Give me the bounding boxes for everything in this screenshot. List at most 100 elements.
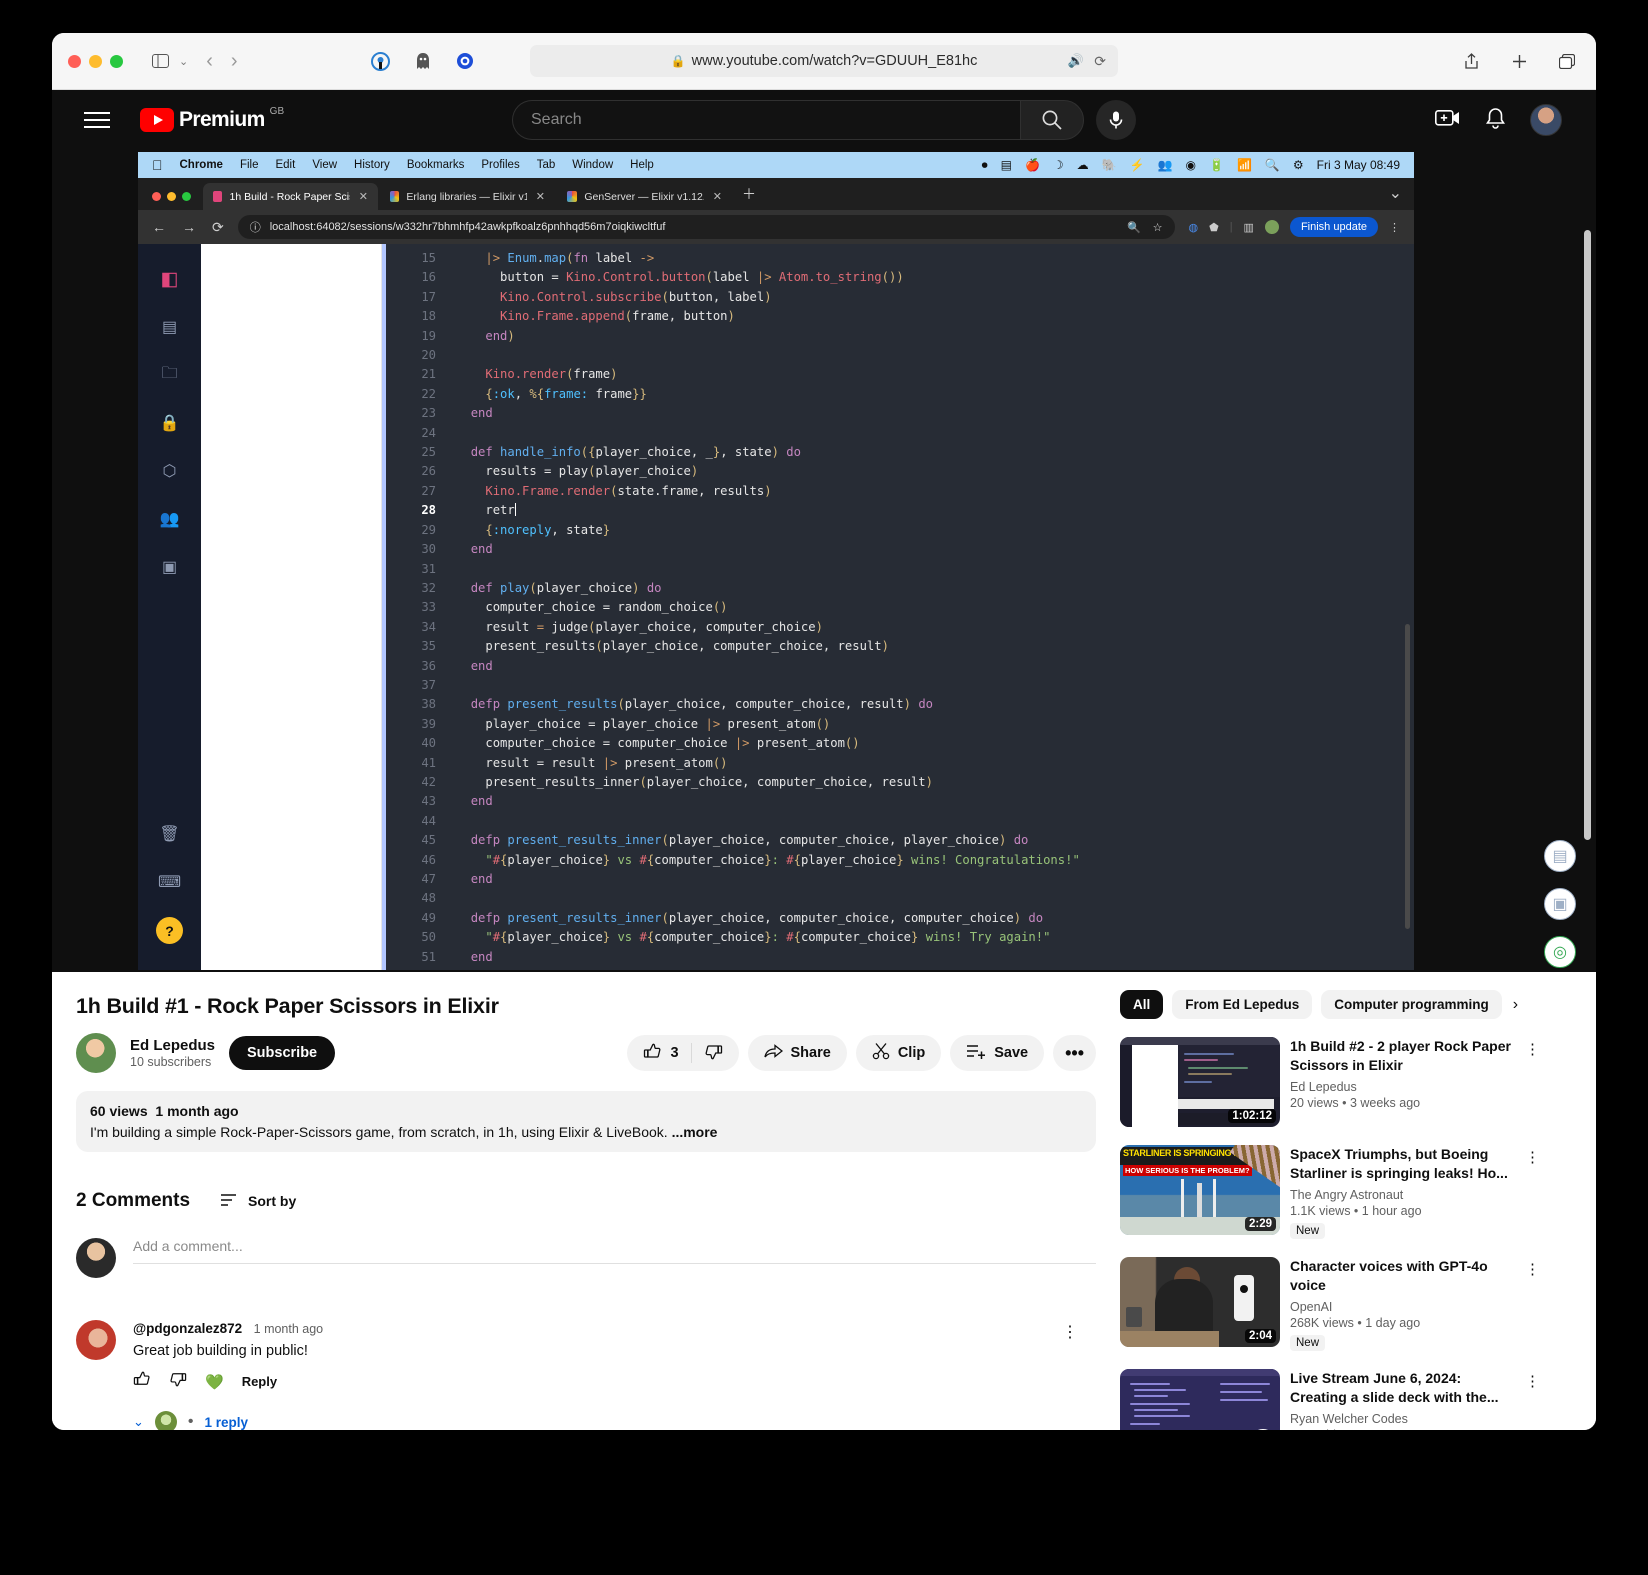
sidebar-chevron-icon[interactable]: ⌄ xyxy=(179,55,188,68)
chrome-toolbar-right[interactable]: ◍ ⬟ | ▥ Finish update ⋮ xyxy=(1189,217,1400,237)
clip-button[interactable]: Clip xyxy=(855,1035,942,1071)
finish-update-button[interactable]: Finish update xyxy=(1289,217,1378,237)
youtube-logo[interactable]: Premium GB xyxy=(140,106,284,132)
elephant-icon[interactable]: 🐘 xyxy=(1102,158,1117,172)
close-window-button[interactable] xyxy=(68,54,81,68)
privacy-badger-icon[interactable] xyxy=(368,48,394,74)
apple-logo-icon[interactable]:  xyxy=(152,157,163,173)
sidebar-help-icon[interactable]: ? xyxy=(156,917,183,944)
menu-item-help[interactable]: Help xyxy=(630,159,654,171)
reload-icon[interactable]: ⟳ xyxy=(1094,53,1106,70)
menu-item-file[interactable]: File xyxy=(240,159,259,171)
control-center-icon[interactable]: ⚙ xyxy=(1293,158,1304,172)
menu-item-tab[interactable]: Tab xyxy=(537,159,556,171)
sidebar-secrets-icon[interactable]: 🔒 xyxy=(157,410,183,436)
more-actions-button[interactable]: ••• xyxy=(1053,1035,1096,1071)
page-scrollbar[interactable] xyxy=(1584,230,1591,840)
chrome-window-controls[interactable] xyxy=(150,192,201,210)
wifi-icon[interactable]: 📶 xyxy=(1237,158,1252,172)
video-thumbnail[interactable]: 1:02:12 xyxy=(1120,1037,1280,1127)
tab-close-icon[interactable]: ✕ xyxy=(713,190,722,203)
side-panel-icon[interactable]: ▥ xyxy=(1244,221,1254,234)
bookmark-star-icon[interactable]: ☆ xyxy=(1153,221,1163,234)
window-manager-icon[interactable]: ▤ xyxy=(1001,158,1012,172)
new-tab-button[interactable]: ＋ xyxy=(742,184,756,210)
chrome-nav-buttons[interactable]: ← → ⟳ xyxy=(152,219,224,236)
video-player[interactable]:  Chrome File Edit View History Bookmark… xyxy=(52,150,1596,972)
forward-arrow-icon[interactable]: › xyxy=(231,50,238,73)
show-more-link[interactable]: ...more xyxy=(672,1124,718,1140)
chip-all[interactable]: All xyxy=(1120,990,1164,1019)
people-icon[interactable]: 👥 xyxy=(1158,158,1173,172)
menu-item-view[interactable]: View xyxy=(312,159,337,171)
battery-icon[interactable]: 🔋 xyxy=(1209,158,1224,172)
menu-bar-clock[interactable]: Fri 3 May 08:49 xyxy=(1317,158,1400,172)
moon-icon[interactable]: ☽ xyxy=(1053,158,1064,172)
search-box[interactable] xyxy=(512,100,1084,140)
code-content[interactable]: 15 |> Enum.map(fn label -> 16 button = K… xyxy=(386,244,1414,970)
chrome-close-button[interactable] xyxy=(152,192,161,201)
channel-avatar[interactable] xyxy=(76,1033,116,1073)
recommendation-title[interactable]: Character voices with GPT-4o voice xyxy=(1290,1257,1518,1295)
reply-button[interactable]: Reply xyxy=(242,1374,277,1389)
chrome-forward-icon[interactable]: → xyxy=(182,219,196,236)
toolbar-right-tools[interactable] xyxy=(1458,48,1580,74)
description-box[interactable]: 60 views 1 month ago I'm building a simp… xyxy=(76,1091,1096,1152)
cloud-icon[interactable]: ☁ xyxy=(1077,158,1089,172)
navigation-arrows[interactable]: ‹ › xyxy=(206,50,237,73)
subscribe-button[interactable]: Subscribe xyxy=(229,1036,336,1070)
tab-close-icon[interactable]: ✕ xyxy=(359,190,368,203)
miniplayer-icon[interactable]: ▤ xyxy=(1544,840,1576,872)
menu-item-history[interactable]: History xyxy=(354,159,390,171)
chrome-back-icon[interactable]: ← xyxy=(152,219,166,236)
recommendation-menu-kebab-icon[interactable]: ⋮ xyxy=(1525,1372,1540,1390)
sidebar-sections-icon[interactable]: ▤ xyxy=(157,314,183,340)
recommendation-menu-kebab-icon[interactable]: ⋮ xyxy=(1525,1148,1540,1166)
sidebar-runtime-icon[interactable]: ▣ xyxy=(157,554,183,580)
sidebar-keyboard-icon[interactable]: ⌨ xyxy=(157,869,183,895)
audio-playing-icon[interactable]: 🔊 xyxy=(1068,53,1084,69)
recommendation-menu-kebab-icon[interactable]: ⋮ xyxy=(1525,1260,1540,1278)
recommendation-item[interactable]: 1:02:12 1h Build #2 - 2 player Rock Pape… xyxy=(1120,1037,1540,1127)
recommendation-title[interactable]: Live Stream June 6, 2024: Creating a sli… xyxy=(1290,1369,1518,1407)
recommendation-menu-kebab-icon[interactable]: ⋮ xyxy=(1525,1040,1540,1058)
recommendation-channel[interactable]: Ed Lepedus xyxy=(1290,1080,1518,1094)
add-comment-input[interactable]: Add a comment... xyxy=(133,1238,1096,1264)
site-info-icon[interactable]: ⓘ xyxy=(250,219,261,235)
save-button[interactable]: Save xyxy=(950,1035,1045,1071)
chrome-menu-kebab-icon[interactable]: ⋮ xyxy=(1389,221,1400,234)
chip-computer-programming[interactable]: Computer programming xyxy=(1321,990,1502,1019)
menu-item-chrome[interactable]: Chrome xyxy=(180,159,223,171)
tab-strip-right[interactable]: ⌄ xyxy=(1389,183,1414,210)
recommendation-item[interactable]: STARLINER IS SPRINGING LEAKS HOW SERIOUS… xyxy=(1120,1145,1540,1239)
thumbs-down-icon[interactable] xyxy=(704,1042,723,1065)
ghostery-icon[interactable] xyxy=(410,48,436,74)
livebook-logo-icon[interactable]: ◧ xyxy=(157,266,183,292)
minimize-window-button[interactable] xyxy=(89,54,102,68)
app-icon-red[interactable]: 🍎 xyxy=(1025,158,1040,172)
voice-search-button[interactable] xyxy=(1096,100,1136,140)
heart-reaction-icon[interactable]: 💚 xyxy=(205,1373,224,1391)
theater-mode-icon[interactable]: ▣ xyxy=(1544,888,1576,920)
recommendation-channel[interactable]: Ryan Welcher Codes xyxy=(1290,1412,1518,1426)
sidebar-trash-icon[interactable]: 🗑 xyxy=(157,821,183,847)
recommendation-channel[interactable]: OpenAI xyxy=(1290,1300,1518,1314)
replies-count-label[interactable]: 1 reply xyxy=(205,1415,249,1430)
search-button[interactable] xyxy=(1020,100,1084,140)
menu-item-edit[interactable]: Edit xyxy=(275,159,295,171)
chrome-tab-genserver[interactable]: GenServer — Elixir v1.12.3 ✕ xyxy=(557,183,732,210)
hamburger-menu-icon[interactable] xyxy=(84,112,110,128)
sidebar-users-icon[interactable]: 👥 xyxy=(157,506,183,532)
video-thumbnail[interactable]: STARLINER IS SPRINGING LEAKS HOW SERIOUS… xyxy=(1120,1145,1280,1235)
tab-overview-icon[interactable] xyxy=(1554,48,1580,74)
comment-thumbs-down-icon[interactable] xyxy=(169,1370,187,1393)
editor-scrollbar[interactable] xyxy=(1405,624,1410,929)
sidebar-toggle-icon[interactable] xyxy=(147,48,173,74)
search-input[interactable] xyxy=(512,100,1020,140)
chip-from-channel[interactable]: From Ed Lepedus xyxy=(1172,990,1313,1019)
extensions-puzzle-icon[interactable]: ⬟ xyxy=(1209,221,1219,234)
recommendation-title[interactable]: SpaceX Triumphs, but Boeing Starliner is… xyxy=(1290,1145,1518,1183)
back-arrow-icon[interactable]: ‹ xyxy=(206,50,213,73)
chevron-down-icon[interactable]: ⌄ xyxy=(133,1414,144,1430)
record-status-icon[interactable]: ⏺ xyxy=(982,158,988,173)
